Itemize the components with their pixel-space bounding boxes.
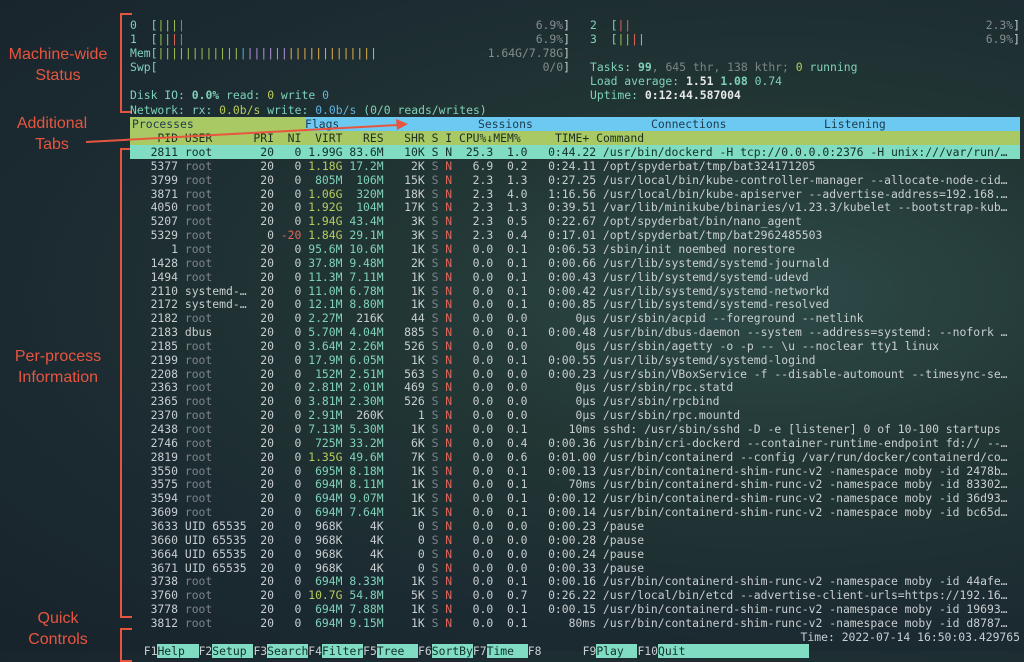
meter-label: Mem — [130, 46, 151, 60]
meter-value-text: 6.9% — [535, 18, 564, 32]
meter-bracket-open: [ — [596, 32, 618, 46]
meter-value-text: 2.3% — [985, 18, 1014, 32]
meter-bar: | — [322, 46, 329, 60]
meter-bar: | — [171, 32, 179, 46]
meter-bar: | — [239, 46, 247, 60]
meter-bracket-open: [ — [136, 32, 158, 46]
meter-bar: | — [624, 18, 632, 32]
meter-bracket-close: ] — [563, 46, 570, 60]
meter-label: 0 — [130, 18, 137, 32]
cpu-1-meter: 1 [|||| 6.9%] — [130, 32, 570, 46]
meter-bar: | — [274, 46, 281, 60]
meter-value: 2.3%] — [986, 18, 1020, 32]
meter-bar: | — [171, 18, 179, 32]
annotation-arrow — [85, 119, 408, 143]
meter-value: 0/0] — [543, 60, 570, 74]
meter-bracket-open: [ — [150, 60, 158, 74]
meter-bar: | — [370, 46, 377, 60]
meter-bar: | — [280, 46, 288, 60]
meter-bar: | — [219, 46, 227, 60]
cpu-0-meter: 0 [|||| 6.9%] — [130, 18, 570, 32]
meter-bar: | — [178, 18, 185, 32]
meter-bar: | — [184, 46, 192, 60]
meter-bracket-close: ] — [1013, 32, 1020, 46]
meter-bar: | — [191, 46, 199, 60]
memory-meter: Mem[|||||||||||||||||||||||||||||||| 1.64… — [130, 46, 570, 60]
meter-bracket-close: ] — [563, 32, 570, 46]
meter-bar: | — [342, 46, 350, 60]
meter-bracket-close: ] — [1013, 18, 1020, 32]
meter-label: 2 — [590, 18, 597, 32]
meter-value: 6.9%] — [536, 18, 570, 32]
meter-bar: | — [335, 46, 343, 60]
meter-value: 1.64G/7.78G] — [488, 46, 570, 60]
meter-bracket-close: ] — [563, 18, 570, 32]
meter-value-text: 6.9% — [985, 32, 1014, 46]
meter-value-text: 6.9% — [535, 32, 564, 46]
meter-bar: | — [171, 46, 179, 60]
swap-meter: Swp[0/0] — [130, 60, 570, 74]
meter-label: Swp — [130, 60, 151, 74]
meter-value: 6.9%] — [986, 32, 1020, 46]
meter-bar: | — [287, 46, 295, 60]
cpu-2-meter: 2 [|| 2.3%] — [590, 18, 1020, 32]
meter-label: 3 — [590, 32, 597, 46]
meter-bar: | — [178, 32, 185, 46]
meter-bar: | — [328, 46, 336, 60]
meter-value-text: 1.64G/7.78G — [487, 46, 564, 60]
meter-bar: | — [178, 46, 185, 60]
meter-bracket-close: ] — [563, 60, 570, 74]
meter-bracket-open: [ — [596, 18, 618, 32]
meter-value-text: 0/0 — [542, 60, 564, 74]
meter-bar: | — [638, 32, 645, 46]
meter-bar: | — [631, 32, 639, 46]
cpu-3-meter: 3 [|||| 6.9%] — [590, 32, 1020, 46]
meter-label: 1 — [130, 32, 137, 46]
meter-bar: | — [226, 46, 233, 60]
meter-value: 6.9%] — [536, 32, 570, 46]
meter-bar: | — [232, 46, 240, 60]
meter-bracket-open: [ — [136, 18, 158, 32]
